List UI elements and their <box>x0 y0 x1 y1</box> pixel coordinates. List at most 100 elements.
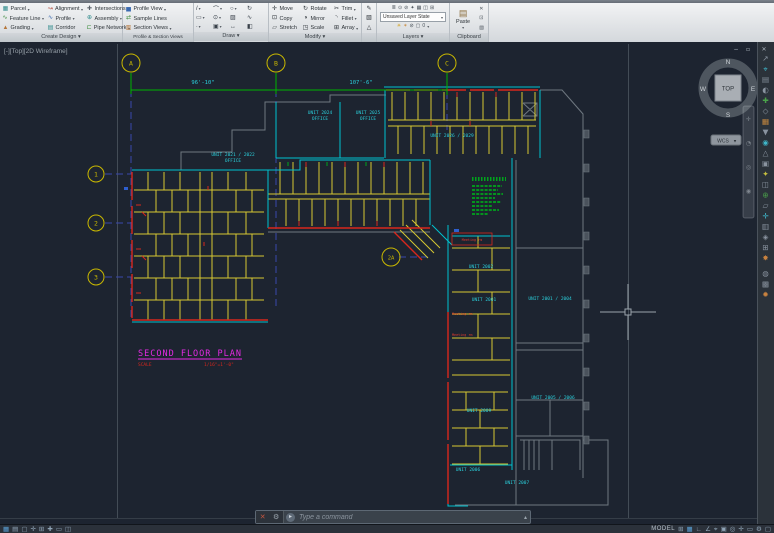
panel-label-modify[interactable]: Modify ▾ <box>269 33 361 42</box>
draw-point-button[interactable]: ∙▾ <box>196 24 213 30</box>
move-button[interactable]: ✛Move <box>271 5 299 13</box>
annotation-icon[interactable]: ✛ <box>738 525 743 533</box>
command-prompt-icon[interactable]: ▸ <box>286 513 295 522</box>
dynamic-input-icon[interactable]: ✛ <box>30 525 35 533</box>
section-views-button[interactable]: ▥Section Views▾ <box>125 24 191 32</box>
restore-icon[interactable]: ▫ <box>746 46 750 53</box>
panel-label-draw[interactable]: Draw ▾ <box>194 32 268 41</box>
profile-view-button[interactable]: ▅Profile View▾ <box>125 5 191 13</box>
toolbar-burst-icon[interactable]: ✸ <box>762 254 768 263</box>
isolate-icon[interactable]: ▢ <box>765 525 771 533</box>
match-properties-button[interactable]: ✎ <box>366 5 373 13</box>
zoom-icon[interactable]: ◔ <box>746 140 751 147</box>
array-button[interactable]: ⊞Array▾ <box>333 24 359 32</box>
toolbar-rows-icon[interactable]: ▤ <box>762 75 769 84</box>
toolbar-columns-icon[interactable]: ▥ <box>762 222 769 231</box>
toolbar-flash-icon[interactable]: ✹ <box>762 290 768 299</box>
layout-grid-icon[interactable]: ⊞ <box>678 525 683 533</box>
otrack-icon[interactable]: ▣ <box>721 525 727 533</box>
paste-special-icon[interactable]: ▨ <box>479 25 484 31</box>
command-input[interactable] <box>297 513 524 522</box>
panel-label-profile-section-views[interactable]: Profile & Section Views <box>123 33 193 42</box>
toolbar-hatch-icon[interactable]: ▩ <box>762 280 769 289</box>
stretch-button[interactable]: ▱Stretch <box>271 24 299 32</box>
trim-button[interactable]: ✂Trim▾ <box>333 5 359 13</box>
viewport-controls-label[interactable]: [-][Top][2D Wireframe] <box>4 48 68 55</box>
orbit-icon[interactable]: ◎ <box>746 164 751 171</box>
toolbar-cross-icon[interactable]: ✛ <box>762 212 769 221</box>
grid-display-icon[interactable]: ▦ <box>3 525 9 533</box>
draw-wipeout-button[interactable]: ◧ <box>247 23 264 30</box>
polar-tracking-icon[interactable]: ✚ <box>47 525 52 533</box>
toolbar-square-icon[interactable]: ▣ <box>762 159 769 168</box>
compass-north-label[interactable]: N <box>726 59 731 66</box>
snap-icon[interactable]: ∟ <box>696 525 702 533</box>
draw-rectangle-button[interactable]: ▭▾ <box>196 14 213 21</box>
ortho-mode-icon[interactable]: ⊞ <box>39 525 44 533</box>
layer-freeze-icon[interactable]: ⊘ <box>404 5 408 11</box>
draw-hatch-button[interactable]: ▨ <box>230 14 247 21</box>
corridor-button[interactable]: ▤Corridor <box>47 24 83 32</box>
paste-button[interactable]: ▤Paste▾ <box>454 4 472 33</box>
infer-constraints-icon[interactable]: ▢ <box>21 525 27 533</box>
command-close-icon[interactable]: ✕ <box>260 514 266 521</box>
command-history-expand-icon[interactable]: ▴ <box>524 514 530 521</box>
toolbar-pointer-icon[interactable]: ↗ <box>762 54 768 63</box>
toolbar-gem-icon[interactable]: ◈ <box>763 233 769 242</box>
layer-thaw-icon[interactable]: ✶ <box>403 23 407 29</box>
toolbar-plus-icon[interactable]: ✚ <box>762 96 768 105</box>
osnap-icon[interactable]: ⌖ <box>714 525 718 533</box>
drawing-canvas[interactable]: A B C 1 2 3 2A 96'-10" 107'-6" UNIT 2024… <box>0 42 774 524</box>
toolbar-grid-icon[interactable]: ▦ <box>762 117 769 126</box>
grid-icon[interactable]: ▦ <box>687 525 693 533</box>
toolbar-circle-plus-icon[interactable]: ⊕ <box>762 191 768 200</box>
toolbar-parallelogram-icon[interactable]: ▱ <box>763 201 769 210</box>
layer-color-swatch[interactable]: ▢ <box>416 23 421 29</box>
sample-lines-button[interactable]: ⇄Sample Lines <box>125 15 191 23</box>
compass-west-label[interactable]: W <box>700 86 707 93</box>
toolbar-triangle-icon[interactable]: △ <box>763 149 769 158</box>
isolate-objects-button[interactable]: ▧ <box>366 15 373 23</box>
object-snap-icon[interactable]: ▭ <box>56 525 62 533</box>
layer-off-icon[interactable]: ⊙ <box>398 5 402 11</box>
cut-icon[interactable]: ✕ <box>479 6 484 12</box>
draw-circle-button[interactable]: ○▾ <box>230 6 247 12</box>
navigation-bar[interactable]: ✛ ◔ ◎ ◉ <box>743 106 754 218</box>
feature-line-button[interactable]: ∿Feature Line▾ <box>2 15 44 23</box>
layer-match-icon[interactable]: ⊞ <box>430 5 434 11</box>
layer-walk-icon[interactable]: ◫ <box>423 5 428 11</box>
minimize-icon[interactable]: − <box>733 46 738 53</box>
toolbar-diamond-icon[interactable]: ◇ <box>763 107 769 116</box>
draw-spline-button[interactable]: ∿ <box>247 14 264 21</box>
toolbar-table-icon[interactable]: ⊞ <box>762 243 768 252</box>
command-bar[interactable]: ✕ ⚙ ▸ ▴ <box>255 510 531 524</box>
pan-icon[interactable]: ✛ <box>746 116 751 123</box>
draw-region-button[interactable]: ▣▾ <box>213 23 230 30</box>
draw-xline-button[interactable]: ↔ <box>230 24 247 30</box>
command-tools-icon[interactable]: ⚙ <box>273 514 279 521</box>
copy-clip-icon[interactable]: ⊡ <box>479 15 484 21</box>
toolbar-disc-icon[interactable]: ◍ <box>762 269 769 278</box>
toolbar-star-icon[interactable]: ✦ <box>762 170 768 179</box>
compass-east-label[interactable]: E <box>751 86 756 93</box>
layer-on-icon[interactable]: ☀ <box>397 23 401 29</box>
copy-button[interactable]: ⊡Copy <box>271 15 299 23</box>
settings-gear-icon[interactable]: ⚙ <box>756 525 762 533</box>
draw-revision-button[interactable]: ↻ <box>247 5 264 12</box>
close-icon[interactable]: ✕ <box>761 46 766 53</box>
rotate-button[interactable]: ↻Rotate <box>302 5 330 13</box>
compass-south-label[interactable]: S <box>726 112 731 119</box>
fillet-button[interactable]: ◝Fillet▾ <box>333 15 359 23</box>
layer-lock-icon[interactable]: ▦ <box>417 5 422 11</box>
lineweight-icon[interactable]: ◫ <box>65 525 71 533</box>
layer-unlock-icon[interactable]: ⊘ <box>409 23 413 29</box>
layer-properties-icon[interactable]: ≣ <box>392 5 396 11</box>
panel-label-layers[interactable]: Layers ▾ <box>377 33 449 42</box>
ucs-icon[interactable]: ◎ <box>730 525 736 533</box>
draw-line-button[interactable]: /▾ <box>196 6 213 12</box>
toolbar-window-icon[interactable]: ◫ <box>762 180 769 189</box>
steering-wheel-icon[interactable]: ◉ <box>746 188 751 195</box>
model-space-toggle[interactable]: MODEL <box>651 526 675 532</box>
grading-button[interactable]: ▲Grading▾ <box>2 24 44 32</box>
toolbar-down-icon[interactable]: ▼ <box>763 128 769 137</box>
